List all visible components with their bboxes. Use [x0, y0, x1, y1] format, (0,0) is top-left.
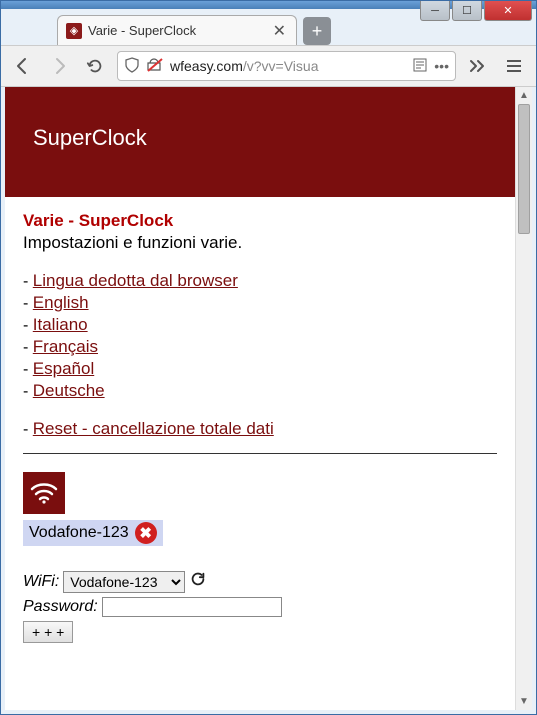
reader-mode-icon[interactable]: [412, 57, 428, 76]
link-lang-deutsche[interactable]: Deutsche: [33, 381, 105, 400]
page-actions-icon[interactable]: •••: [434, 58, 449, 74]
back-button[interactable]: [9, 52, 37, 80]
wifi-refresh-button[interactable]: [189, 570, 207, 593]
favicon-icon: ◈: [66, 23, 82, 39]
wifi-select[interactable]: Vodafone-123: [63, 571, 185, 593]
page-heading: Varie - SuperClock: [23, 211, 497, 231]
browser-tab[interactable]: ◈ Varie - SuperClock ✕: [57, 15, 297, 45]
add-wifi-button[interactable]: + + +: [23, 621, 73, 643]
password-label: Password:: [23, 598, 98, 616]
maximize-button[interactable]: ☐: [452, 1, 482, 21]
link-lang-espanol[interactable]: Español: [33, 359, 94, 378]
arrow-right-icon: [49, 56, 69, 76]
tracking-blocked-icon: [146, 57, 164, 76]
app-banner: SuperClock: [5, 87, 515, 197]
scroll-up-arrow[interactable]: ▲: [516, 87, 532, 104]
tab-close-icon[interactable]: ✕: [271, 21, 288, 41]
link-reset[interactable]: Reset - cancellazione totale dati: [33, 419, 274, 438]
minimize-button[interactable]: ─: [420, 1, 450, 21]
wifi-label: WiFi:: [23, 573, 59, 591]
close-window-button[interactable]: ✕: [484, 1, 532, 21]
brand-title: SuperClock: [33, 125, 147, 151]
vertical-scrollbar[interactable]: ▲ ▼: [515, 87, 532, 710]
link-lang-francais[interactable]: Français: [33, 337, 98, 356]
link-lang-browser[interactable]: Lingua dedotta dal browser: [33, 271, 238, 290]
chevron-double-right-icon: [469, 59, 487, 73]
arrow-left-icon: [13, 56, 33, 76]
hamburger-icon: [505, 59, 523, 73]
link-lang-english[interactable]: English: [33, 293, 89, 312]
url-text: wfeasy.com/v?vv=Visua: [170, 58, 406, 74]
reload-button[interactable]: [81, 52, 109, 80]
new-tab-button[interactable]: +: [303, 17, 331, 45]
reload-icon: [86, 57, 104, 75]
scroll-down-arrow[interactable]: ▼: [516, 693, 532, 710]
hamburger-menu-button[interactable]: [500, 52, 528, 80]
wifi-saved-name: Vodafone-123: [29, 524, 129, 542]
page-subtitle: Impostazioni e funzioni varie.: [23, 233, 497, 253]
url-bar[interactable]: wfeasy.com/v?vv=Visua •••: [117, 51, 456, 81]
wifi-saved-chip: Vodafone-123 ✖: [23, 520, 163, 546]
wifi-icon: [23, 472, 65, 514]
language-link-list: - Lingua dedotta dal browser - English -…: [23, 271, 497, 401]
link-lang-italiano[interactable]: Italiano: [33, 315, 88, 334]
scroll-thumb[interactable]: [518, 104, 530, 234]
divider: [23, 453, 497, 454]
wifi-delete-button[interactable]: ✖: [135, 522, 157, 544]
password-input[interactable]: [102, 597, 282, 617]
overflow-menu-button[interactable]: [464, 52, 492, 80]
shield-icon: [124, 57, 140, 76]
forward-button[interactable]: [45, 52, 73, 80]
tab-title: Varie - SuperClock: [88, 23, 265, 38]
